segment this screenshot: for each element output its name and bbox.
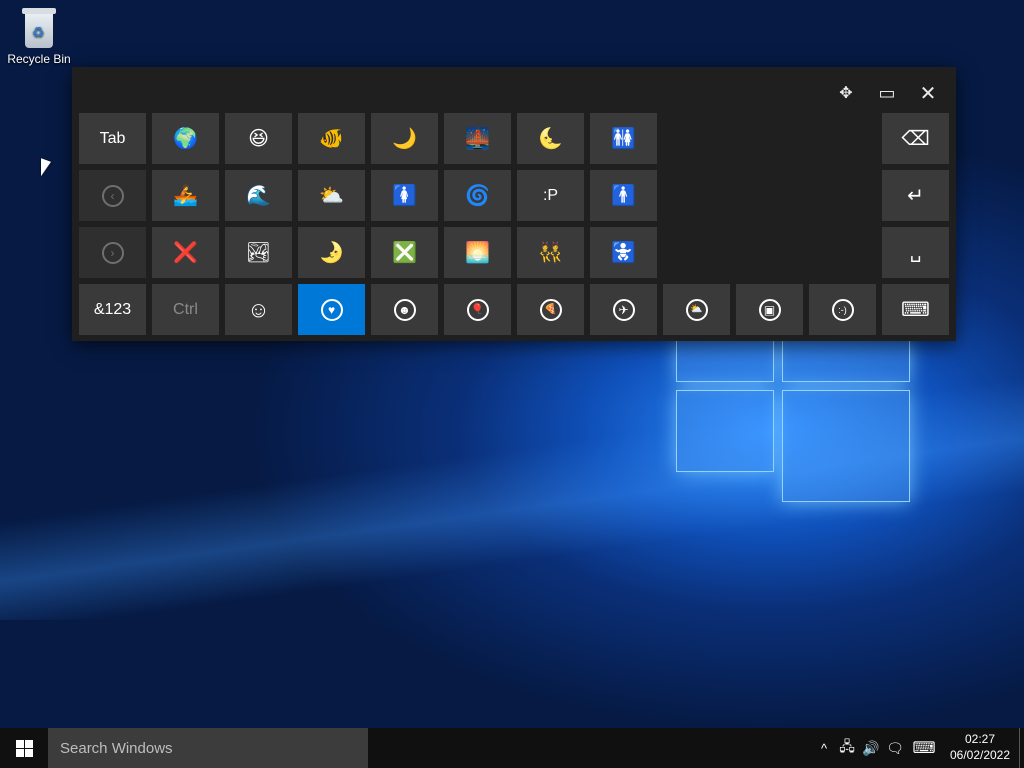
category-weather[interactable]: ⛅ bbox=[663, 284, 730, 335]
sunrise-emoji: 🌅 bbox=[465, 241, 490, 264]
restroom-emoji-key[interactable]: 🚻 bbox=[590, 113, 657, 164]
category-food[interactable]: 🍕 bbox=[517, 284, 584, 335]
moon-face-emoji: 🌜 bbox=[538, 127, 563, 150]
landscape-emoji-key[interactable]: 🏞 bbox=[225, 227, 292, 278]
emoticon-key[interactable]: :P bbox=[517, 170, 584, 221]
mens-room-emoji-key[interactable]: 🚹 bbox=[590, 170, 657, 221]
category-people[interactable]: ☻ bbox=[371, 284, 438, 335]
search-input[interactable]: Search Windows bbox=[48, 728, 368, 768]
enter-icon: ↵ bbox=[907, 185, 924, 207]
clock-date: 06/02/2022 bbox=[949, 748, 1011, 762]
cyclone-emoji: 🌀 bbox=[465, 184, 490, 207]
mens-room-emoji: 🚹 bbox=[611, 184, 636, 207]
backspace-icon: ⌫ bbox=[901, 128, 930, 150]
cross-mark-emoji: ❌ bbox=[173, 241, 198, 264]
cyclone-emoji-key[interactable]: 🌀 bbox=[444, 170, 511, 221]
category-emoticons[interactable]: :-) bbox=[809, 284, 876, 335]
touch-keyboard-window: ✥ ▭ ✕ Tab 🌍 😆 🐠 🌙 🌉 🌜 🚻 ⌫ ‹ 🚣 🌊 ⛅ 🚺 🌀 :P… bbox=[72, 67, 956, 341]
baby-symbol-emoji: 🚼 bbox=[611, 241, 636, 264]
bridge-night-emoji: 🌉 bbox=[465, 127, 490, 150]
weather-icon: ⛅ bbox=[685, 298, 708, 321]
key-tab[interactable]: Tab bbox=[79, 113, 146, 164]
bunny-girl-emoji: 👯 bbox=[538, 241, 563, 264]
sunrise-emoji-key[interactable]: 🌅 bbox=[444, 227, 511, 278]
food-icon: 🍕 bbox=[539, 298, 562, 321]
clock[interactable]: 02:27 06/02/2022 bbox=[942, 731, 1018, 763]
moon-face-emoji-key[interactable]: 🌜 bbox=[517, 113, 584, 164]
backspace-key[interactable]: ⌫ bbox=[882, 113, 949, 164]
clock-time: 02:27 bbox=[964, 732, 996, 746]
start-button[interactable] bbox=[0, 728, 48, 768]
balloon-icon: 🎈 bbox=[466, 298, 489, 321]
space-key[interactable]: ␣ bbox=[882, 227, 949, 278]
network-icon[interactable]: 🖧 bbox=[838, 738, 856, 757]
baby-symbol-emoji-key[interactable]: 🚼 bbox=[590, 227, 657, 278]
womens-room-emoji-key[interactable]: 🚺 bbox=[371, 170, 438, 221]
show-desktop-button[interactable] bbox=[1019, 728, 1024, 768]
keyboard-menu-key[interactable]: ⌨ bbox=[882, 284, 949, 335]
sun-cloud-emoji: ⛅ bbox=[319, 184, 344, 207]
move-icon: ✥ bbox=[839, 85, 853, 102]
next-page-key[interactable]: › bbox=[79, 227, 146, 278]
category-transport[interactable]: ✈ bbox=[590, 284, 657, 335]
category-celebration[interactable]: 🎈 bbox=[444, 284, 511, 335]
airplane-icon: ✈ bbox=[612, 298, 635, 321]
category-smileys[interactable]: ☺ bbox=[225, 284, 292, 335]
recycle-bin-icon: ♻ bbox=[22, 8, 56, 48]
sun-cloud-emoji-key[interactable]: ⛅ bbox=[298, 170, 365, 221]
globe-emoji: 🌍 bbox=[173, 127, 198, 150]
fish-emoji: 🐠 bbox=[319, 127, 344, 150]
crescent-moon-emoji: 🌙 bbox=[392, 127, 417, 150]
windows-logo-icon bbox=[15, 739, 33, 757]
chevron-left-icon: ‹ bbox=[101, 184, 124, 207]
negative-cross-emoji-key[interactable]: ❎ bbox=[371, 227, 438, 278]
keyboard-icon: ⌨ bbox=[901, 299, 930, 321]
womens-room-emoji: 🚺 bbox=[392, 184, 417, 207]
laughing-emoji: 😆 bbox=[248, 127, 269, 150]
touch-keyboard-icon[interactable]: ⌨ bbox=[912, 739, 936, 757]
wallpaper-windows-logo bbox=[672, 340, 912, 510]
move-keyboard-button[interactable]: ✥ bbox=[828, 75, 864, 111]
prev-page-key[interactable]: ‹ bbox=[79, 170, 146, 221]
negative-cross-emoji: ❎ bbox=[392, 241, 417, 264]
heart-icon: ♥ bbox=[320, 298, 343, 321]
enter-key[interactable]: ↵ bbox=[882, 170, 949, 221]
crescent-moon-emoji-key[interactable]: 🌙 bbox=[371, 113, 438, 164]
wave-emoji: 🌊 bbox=[246, 184, 271, 207]
laughing-emoji-key[interactable]: 😆 bbox=[225, 113, 292, 164]
recycle-bin-label: Recycle Bin bbox=[7, 52, 71, 66]
show-hidden-icons-chevron-icon[interactable]: ^ bbox=[815, 739, 833, 757]
space-icon: ␣ bbox=[909, 242, 922, 262]
first-quarter-moon-emoji: 🌛 bbox=[319, 241, 344, 264]
volume-icon[interactable]: 🔊 bbox=[862, 739, 880, 757]
rowboat-emoji-key[interactable]: 🚣 bbox=[152, 170, 219, 221]
close-icon: ✕ bbox=[919, 82, 937, 105]
bunny-girl-emoji-key[interactable]: 👯 bbox=[517, 227, 584, 278]
dock-icon: ▭ bbox=[878, 82, 896, 103]
landscape-emoji: 🏞 bbox=[245, 241, 272, 264]
wave-emoji-key[interactable]: 🌊 bbox=[225, 170, 292, 221]
emoticon-icon: :-) bbox=[831, 298, 854, 321]
taskbar: Search Windows ^ 🖧 🔊 🗨 ⌨ 02:27 06/02/202… bbox=[0, 728, 1024, 768]
desktop-icon-recycle-bin[interactable]: ♻ Recycle Bin bbox=[6, 8, 72, 66]
globe-emoji-key[interactable]: 🌍 bbox=[152, 113, 219, 164]
fish-emoji-key[interactable]: 🐠 bbox=[298, 113, 365, 164]
dock-keyboard-button[interactable]: ▭ bbox=[869, 75, 905, 111]
rowboat-emoji: 🚣 bbox=[173, 184, 198, 207]
symbols-icon: ▣ bbox=[758, 298, 781, 321]
people-icon: ☻ bbox=[393, 298, 416, 321]
close-keyboard-button[interactable]: ✕ bbox=[910, 75, 946, 111]
chevron-right-icon: › bbox=[101, 241, 124, 264]
action-center-icon[interactable]: 🗨 bbox=[886, 739, 904, 757]
bridge-night-emoji-key[interactable]: 🌉 bbox=[444, 113, 511, 164]
smiley-icon: ☺ bbox=[247, 296, 270, 322]
category-symbols[interactable]: ▣ bbox=[736, 284, 803, 335]
ctrl-key[interactable]: Ctrl bbox=[152, 284, 219, 335]
cross-mark-emoji-key[interactable]: ❌ bbox=[152, 227, 219, 278]
first-quarter-moon-emoji-key[interactable]: 🌛 bbox=[298, 227, 365, 278]
category-hearts[interactable]: ♥ bbox=[298, 284, 365, 335]
restroom-emoji: 🚻 bbox=[611, 127, 636, 150]
symbols-key[interactable]: &123 bbox=[79, 284, 146, 335]
mouse-pointer bbox=[41, 158, 51, 180]
